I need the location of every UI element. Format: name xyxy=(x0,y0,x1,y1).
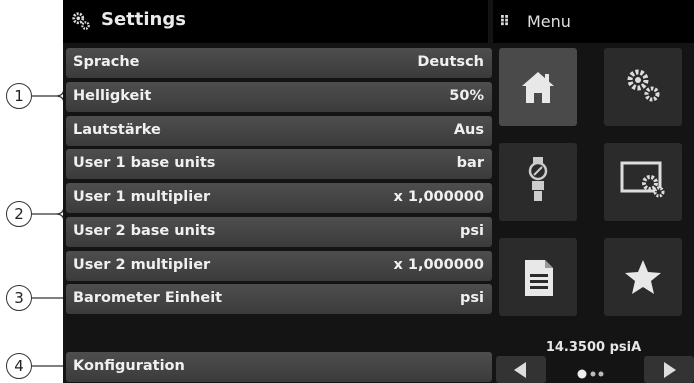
callout-brackets xyxy=(32,45,70,367)
sensor-icon xyxy=(528,157,548,201)
callout-2: 2 xyxy=(6,201,32,227)
settings-tile[interactable] xyxy=(604,48,682,126)
arrow-left-icon xyxy=(514,362,526,378)
screen-settings-icon xyxy=(620,161,665,198)
setting-label: User 2 base units xyxy=(73,223,216,239)
setting-value: psi xyxy=(460,290,484,306)
setting-row-brightness[interactable]: Helligkeit 50% xyxy=(66,82,492,112)
setting-row-user1-multiplier[interactable]: User 1 multiplier x 1,000000 xyxy=(66,183,492,213)
pressure-reading: 14.3500 psiA xyxy=(545,340,642,355)
prev-page-button[interactable] xyxy=(496,356,546,383)
setting-label: User 1 base units xyxy=(73,155,216,171)
setting-row-user1-units[interactable]: User 1 base units bar xyxy=(66,149,492,179)
setting-label: Helligkeit xyxy=(73,88,152,104)
setting-row-configuration[interactable]: Konfiguration xyxy=(66,352,492,382)
star-icon xyxy=(625,260,661,294)
setting-row-user2-multiplier[interactable]: User 2 multiplier x 1,000000 xyxy=(66,251,492,281)
setting-value: 50% xyxy=(449,88,484,104)
settings-gears-icon xyxy=(627,69,660,102)
nav-bar xyxy=(496,356,694,383)
document-icon xyxy=(525,260,553,296)
setting-row-barometer-unit[interactable]: Barometer Einheit psi xyxy=(66,284,492,314)
setting-label: User 1 multiplier xyxy=(73,189,211,205)
setting-value: psi xyxy=(460,223,484,239)
arrow-right-icon xyxy=(664,362,676,378)
home-tile[interactable] xyxy=(499,48,577,126)
favorites-tile[interactable] xyxy=(604,238,682,316)
document-tile[interactable] xyxy=(499,238,577,316)
setting-label: User 2 multiplier xyxy=(73,257,211,273)
setting-value: x 1,000000 xyxy=(393,257,484,273)
setting-value: x 1,000000 xyxy=(393,189,484,205)
setting-row-user2-units[interactable]: User 2 base units psi xyxy=(66,217,492,247)
menu-label: Menu xyxy=(527,12,571,31)
page-title: Settings xyxy=(101,9,186,30)
title-bar: Settings xyxy=(63,0,488,43)
device-screen: Settings ⠿ Menu Sprache Deutsch Helligke… xyxy=(63,0,694,383)
screen-settings-tile[interactable] xyxy=(604,143,682,221)
callout-4: 4 xyxy=(6,353,32,379)
setting-label: Sprache xyxy=(73,54,140,70)
setting-label: Konfiguration xyxy=(73,358,185,374)
setting-value: Aus xyxy=(453,122,484,138)
menu-bar: ⠿ Menu xyxy=(493,0,694,43)
setting-label: Lautstärke xyxy=(73,122,161,138)
setting-value: bar xyxy=(456,155,484,171)
setting-row-language[interactable]: Sprache Deutsch xyxy=(66,48,492,78)
setting-label: Barometer Einheit xyxy=(73,290,223,306)
page-indicator-icon xyxy=(577,369,604,379)
callout-3: 3 xyxy=(6,285,32,311)
sensor-tile[interactable] xyxy=(499,143,577,221)
next-page-button[interactable] xyxy=(644,356,694,383)
menu-grid-icon: ⠿ xyxy=(499,14,510,30)
settings-gears-icon xyxy=(72,12,90,30)
setting-value: Deutsch xyxy=(417,54,484,70)
home-icon xyxy=(522,72,554,103)
callout-1: 1 xyxy=(6,83,32,109)
setting-row-volume[interactable]: Lautstärke Aus xyxy=(66,116,492,146)
